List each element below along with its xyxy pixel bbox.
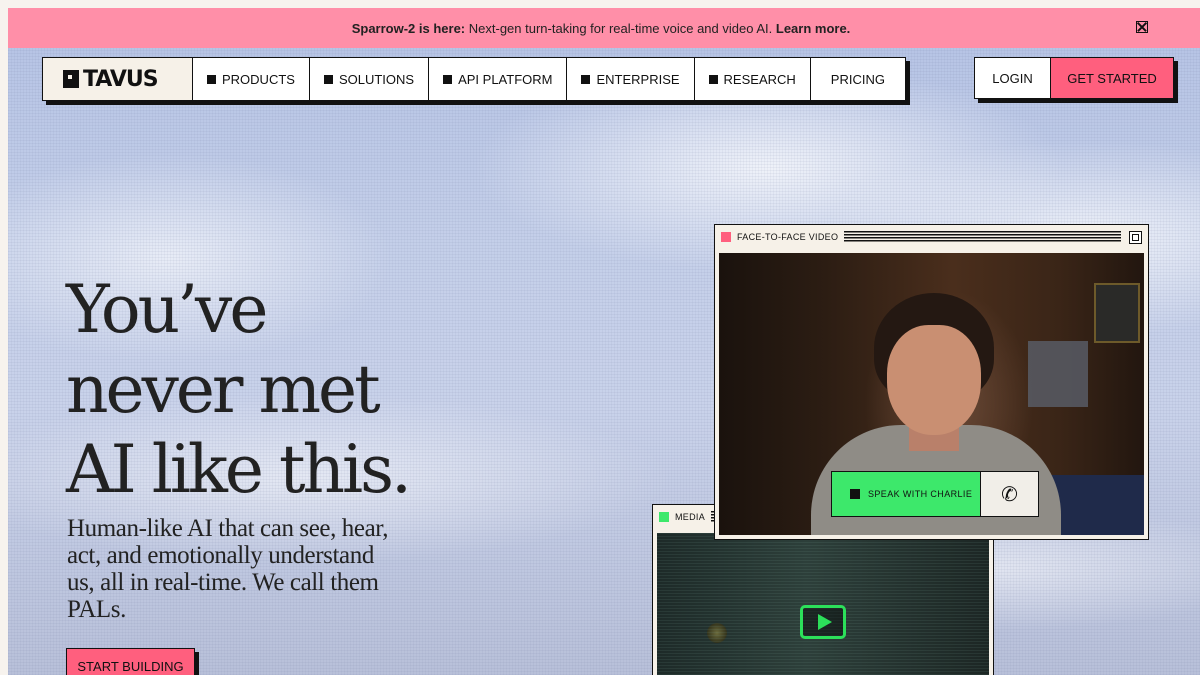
hero-subtitle: Human-like AI that can see, hear, act, a…: [67, 515, 389, 623]
announcement-banner: Sparrow-2 is here: Next-gen turn-taking …: [8, 8, 1200, 48]
start-building-button[interactable]: START BUILDING: [66, 648, 195, 675]
square-icon: [207, 74, 216, 84]
maximize-icon[interactable]: [1129, 230, 1142, 244]
nav-label: PRICING: [830, 71, 885, 87]
square-icon: [850, 489, 860, 499]
hero-section: Sparrow-2 is here: Next-gen turn-taking …: [8, 8, 1200, 675]
speak-with-charlie-button[interactable]: SPEAK WITH CHARLIE: [831, 471, 981, 517]
wall-poster: [1094, 283, 1140, 343]
titlebar-stripes: [844, 231, 1121, 243]
nav-label: ENTERPRISE: [596, 71, 680, 87]
nav-item-research[interactable]: RESEARCH: [695, 58, 811, 100]
nav-label: API PLATFORM: [458, 71, 553, 87]
square-icon: [581, 74, 591, 84]
hero-title: You’ve never met AI like this.: [66, 270, 412, 510]
banner-text: Next-gen turn-taking for real-time voice…: [468, 20, 773, 36]
nav-label: RESEARCH: [723, 71, 796, 87]
hero-title-line: AI like this.: [66, 431, 412, 508]
logo-text: TAVUS: [83, 66, 159, 92]
video-window-titlebar[interactable]: FACE-TO-FACE VIDEO: [715, 225, 1148, 249]
hero-title-line: never met: [66, 351, 381, 428]
nav-item-products[interactable]: PRODUCTS: [193, 58, 310, 100]
square-icon: [443, 74, 453, 84]
tavus-logo-icon: [63, 70, 79, 88]
get-started-button[interactable]: GET STARTED: [1051, 57, 1174, 99]
main-nav: TAVUS PRODUCTS SOLUTIONS API PLATFORM EN…: [42, 57, 906, 101]
nav-item-pricing[interactable]: PRICING: [811, 58, 905, 100]
wall-poster: [1028, 341, 1088, 407]
nav-item-solutions[interactable]: SOLUTIONS: [310, 58, 430, 100]
face-to-face-video-window: FACE-TO-FACE VIDEO SPEAK WITH CHARLIE ✆: [714, 224, 1149, 540]
nav-label: SOLUTIONS: [338, 71, 415, 87]
person-face: [887, 325, 981, 435]
close-icon[interactable]: [1136, 21, 1148, 33]
media-player[interactable]: [657, 533, 989, 675]
banner-bold: Sparrow-2 is here:: [351, 20, 466, 36]
video-window-title: FACE-TO-FACE VIDEO: [737, 232, 839, 242]
play-icon[interactable]: [800, 605, 846, 639]
nav-item-api-platform[interactable]: API PLATFORM: [429, 58, 568, 100]
status-dot-icon: [659, 512, 669, 522]
logo[interactable]: TAVUS: [43, 58, 193, 100]
auth-buttons: LOGIN GET STARTED: [974, 57, 1174, 99]
nav-item-enterprise[interactable]: ENTERPRISE: [567, 58, 695, 100]
banner-learn-more-link[interactable]: Learn more.: [776, 21, 850, 36]
speak-controls: SPEAK WITH CHARLIE ✆: [831, 471, 1039, 517]
speak-label: SPEAK WITH CHARLIE: [868, 489, 973, 499]
nav-label: PRODUCTS: [222, 71, 295, 87]
status-dot-icon: [721, 232, 731, 242]
login-button[interactable]: LOGIN: [974, 57, 1051, 99]
video-feed: SPEAK WITH CHARLIE ✆: [719, 253, 1144, 535]
square-icon: [708, 74, 718, 84]
hero-title-line: You’ve: [66, 271, 268, 348]
square-icon: [323, 74, 333, 84]
media-window-title: MEDIA: [675, 512, 706, 522]
phone-icon[interactable]: ✆: [981, 471, 1039, 517]
